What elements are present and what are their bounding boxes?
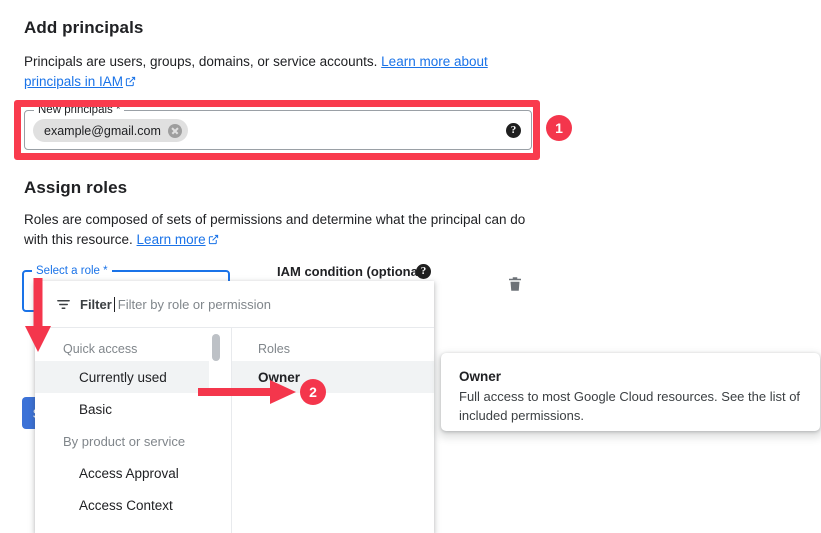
role-description-text: Full access to most Google Cloud resourc… — [459, 389, 801, 423]
assign-roles-description-text: Roles are composed of sets of permission… — [24, 212, 526, 247]
by-product-or-service-label: By product or service — [63, 433, 186, 449]
product-item-label: Access Approval — [79, 465, 179, 481]
trash-icon[interactable] — [506, 274, 524, 294]
assign-roles-heading: Assign roles — [24, 178, 128, 197]
learn-more-roles-label: Learn more — [136, 232, 206, 247]
select-a-role-label: Select a role * — [32, 264, 112, 278]
product-item-access-approval[interactable]: Access Approval — [35, 457, 209, 489]
quick-access-item-label: Currently used — [79, 369, 167, 385]
dropdown-scrollbar[interactable] — [209, 328, 232, 533]
add-principals-heading: Add principals — [24, 18, 144, 37]
product-item-access-context[interactable]: Access Context — [35, 489, 209, 521]
help-icon[interactable]: ? — [416, 264, 431, 279]
filter-icon — [56, 297, 71, 312]
external-link-icon — [208, 234, 219, 245]
external-link-icon — [125, 76, 136, 87]
principal-chip[interactable]: example@gmail.com — [33, 119, 188, 142]
dropdown-columns: Quick access Currently used Basic By pro… — [35, 328, 434, 533]
quick-access-item-basic[interactable]: Basic — [35, 393, 209, 425]
filter-row[interactable]: Filter Filter by role or permission — [35, 281, 434, 328]
product-item-label: Access Context — [79, 497, 173, 513]
close-circle-icon[interactable] — [167, 123, 182, 138]
help-icon[interactable]: ? — [506, 123, 521, 138]
principal-chip-label: example@gmail.com — [44, 123, 161, 138]
filter-label: Filter — [80, 296, 112, 312]
roles-column: Roles Owner — [232, 328, 434, 533]
add-principals-description-text: Principals are users, groups, domains, o… — [24, 54, 382, 69]
annotation-badge-2: 2 — [300, 379, 326, 405]
iam-condition-label: IAM condition (optional) — [277, 264, 426, 279]
new-principals-field[interactable]: New principals * example@gmail.com ? — [24, 103, 532, 150]
annotation-arrow-down — [25, 278, 51, 352]
filter-input[interactable]: Filter by role or permission — [118, 297, 271, 312]
scrollbar-thumb[interactable] — [212, 334, 220, 361]
quick-access-item-currently-used[interactable]: Currently used — [35, 361, 209, 393]
quick-access-header: Quick access — [63, 342, 138, 356]
add-principals-description: Principals are users, groups, domains, o… — [24, 52, 536, 92]
text-cursor — [113, 296, 115, 312]
role-dropdown-panel[interactable]: Filter Filter by role or permission Quic… — [35, 281, 434, 533]
assign-roles-description: Roles are composed of sets of permission… — [24, 210, 534, 250]
learn-more-roles-link[interactable]: Learn more — [137, 232, 206, 247]
annotation-arrow-right — [198, 380, 296, 404]
roles-header: Roles — [258, 342, 290, 356]
role-description-tooltip: Owner Full access to most Google Cloud r… — [441, 353, 820, 431]
annotation-badge-1: 1 — [546, 115, 572, 141]
new-principals-label: New principals * — [34, 103, 125, 117]
quick-access-item-label: Basic — [79, 401, 113, 417]
quick-access-column: Quick access Currently used Basic By pro… — [35, 328, 209, 533]
role-description-title: Owner — [459, 369, 502, 384]
